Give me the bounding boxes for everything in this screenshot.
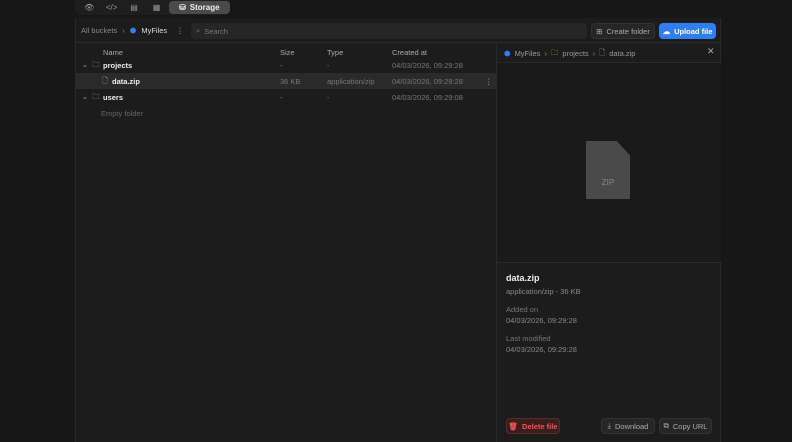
modified-value: 04/03/2026, 09:29:28 — [506, 345, 577, 354]
folder-plus-icon: ⊞ — [596, 26, 603, 36]
storage-panel: All buckets › ⬢ MyFiles ⋮ ⌕ Search ⊞ Creat… — [75, 18, 721, 442]
download-icon: ⤓ — [607, 421, 611, 430]
tab-database[interactable]: ▤ — [124, 1, 144, 14]
file-preview-panel: ⬢ MyFiles › 🗀 projects › 🗋 data.zip ✕ ZI… — [497, 43, 721, 442]
modified-label: Last modified — [506, 334, 551, 343]
chevron-down-icon[interactable]: ⌄ — [82, 93, 88, 101]
delete-file-button[interactable]: 🗑 Delete file — [506, 418, 560, 434]
search-input[interactable]: ⌕ Search — [191, 23, 587, 39]
bucket-name: MyFiles — [141, 26, 168, 35]
bucket-icon: ⬢ — [129, 26, 137, 35]
crumb-file: data.zip — [609, 49, 636, 58]
tab-preview[interactable]: 👁 — [79, 1, 99, 14]
copy-url-button[interactable]: ⧉ Copy URL — [659, 418, 712, 434]
chevron-right-icon: › — [592, 49, 596, 58]
breadcrumb: All buckets › ⬢ MyFiles ⋮ — [81, 26, 184, 35]
crumb-folder[interactable]: projects — [562, 49, 588, 58]
table-icon: ▦ — [152, 3, 161, 12]
file-name: data.zip — [506, 273, 540, 283]
download-button[interactable]: ⤓ Download — [601, 418, 655, 434]
storage-icon: ⛁ — [179, 3, 186, 12]
more-icon[interactable]: ⋮ — [485, 77, 493, 86]
tab-storage[interactable]: ⛁ Storage — [168, 1, 230, 14]
tab-table[interactable]: ▦ — [146, 1, 166, 14]
file-list: Name Size Type Created at ⌄ 🗀 projects -… — [76, 43, 496, 442]
added-label: Added on — [506, 305, 539, 314]
database-icon: ▤ — [130, 3, 138, 12]
chevron-down-icon[interactable]: ⌄ — [82, 61, 88, 69]
tab-code[interactable]: </> — [101, 1, 121, 14]
preview-area: ZIP — [497, 62, 721, 263]
all-buckets-link[interactable]: All buckets — [81, 26, 117, 35]
create-folder-button[interactable]: ⊞ Create folder — [591, 23, 655, 39]
file-meta: application/zip - 36 KB — [506, 287, 581, 296]
copy-icon: ⧉ — [663, 421, 669, 430]
table-row[interactable]: 🗋 data.zip 36 KB application/zip 04/03/2… — [76, 73, 496, 89]
eye-icon: 👁 — [84, 3, 95, 12]
bucket-icon: ⬢ — [504, 49, 511, 58]
folder-icon: 🗀 — [92, 59, 100, 69]
table-row[interactable]: ⌄ 🗀 users - - 04/03/2026, 09:29:08 — [76, 89, 496, 105]
chevron-right-icon: › — [544, 49, 547, 58]
file-icon: 🗋 — [102, 75, 109, 85]
toolbar: All buckets › ⬢ MyFiles ⋮ ⌕ Search ⊞ Creat… — [76, 18, 721, 43]
search-icon: ⌕ — [196, 26, 201, 35]
close-icon[interactable]: ✕ — [707, 46, 715, 57]
chevron-right-icon: › — [122, 26, 125, 35]
upload-file-button[interactable]: ☁ Upload file — [659, 23, 716, 39]
folder-icon: 🗀 — [550, 48, 559, 57]
view-tabs: 👁 </> ▤ ▦ ⛁ Storage — [75, 0, 230, 15]
empty-folder-row: Empty folder — [101, 108, 144, 118]
zip-file-icon: ZIP — [586, 141, 630, 199]
cloud-upload-icon: ☁ — [662, 26, 671, 36]
more-icon[interactable]: ⋮ — [176, 26, 184, 35]
file-icon: 🗋 — [599, 48, 606, 57]
folder-icon: 🗀 — [92, 91, 100, 101]
trash-icon: 🗑 — [508, 421, 519, 431]
crumb-bucket[interactable]: MyFiles — [515, 49, 541, 58]
table-row[interactable]: ⌄ 🗀 projects - - 04/03/2026, 09:29:28 — [76, 57, 496, 73]
preview-breadcrumb: ⬢ MyFiles › 🗀 projects › 🗋 data.zip — [504, 47, 635, 60]
added-value: 04/03/2026, 09:29:28 — [506, 316, 577, 325]
code-icon: </> — [105, 3, 118, 12]
